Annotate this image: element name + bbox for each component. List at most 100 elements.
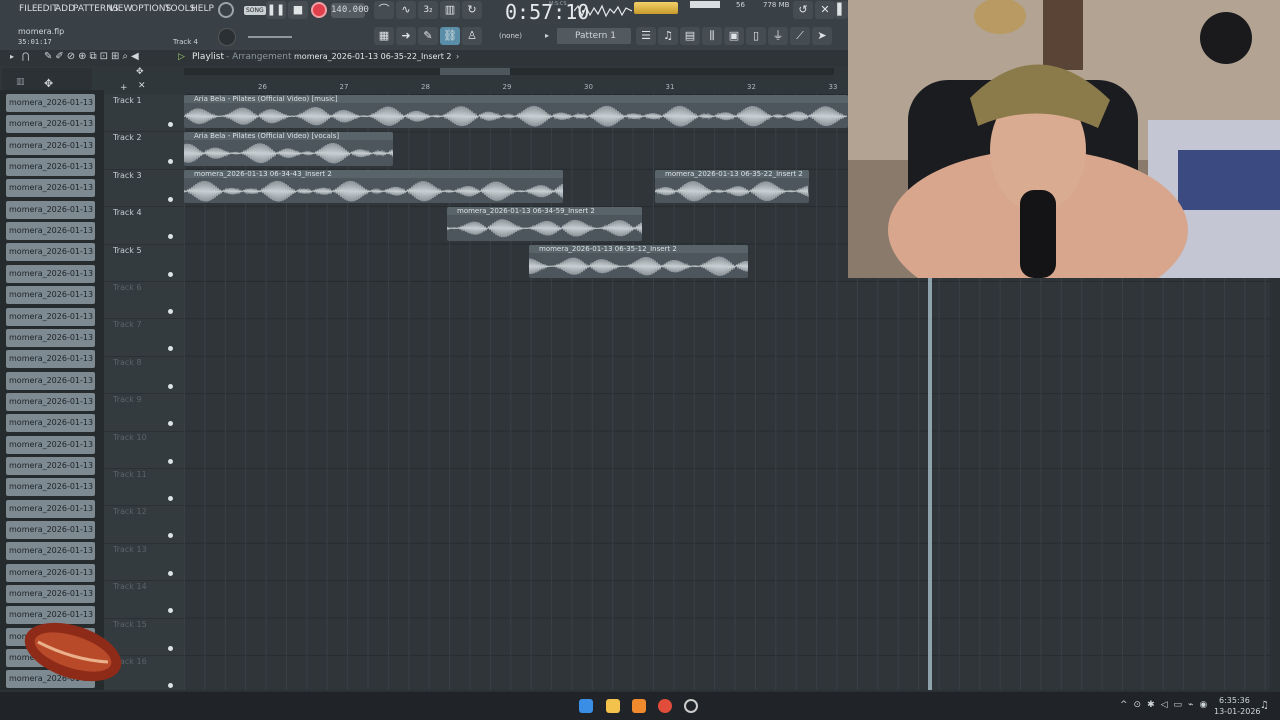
track-mute-dot[interactable] <box>168 234 173 240</box>
track-mute-dot[interactable] <box>168 122 173 127</box>
track-label[interactable]: Track 9 <box>113 395 142 404</box>
browser-item[interactable]: momera_2026-01-13 06... <box>6 94 95 112</box>
track-mute-dot[interactable] <box>168 196 173 202</box>
move-view-icon[interactable]: ✥ <box>136 67 144 77</box>
pause-button[interactable]: ❚❚ <box>266 1 286 19</box>
track-label[interactable]: Track 14 <box>113 582 147 591</box>
playlist-play-icon[interactable]: ▷ <box>178 52 185 62</box>
notifications-icon[interactable]: ♫ <box>1260 700 1269 711</box>
tempo-display[interactable]: 140.000 <box>331 3 369 18</box>
track-label[interactable]: Track 6 <box>113 283 142 292</box>
overflow-icon[interactable]: ▌ <box>835 1 848 19</box>
menu-file[interactable]: FILE <box>19 4 38 14</box>
track-mute-dot[interactable] <box>168 645 173 651</box>
browser-item[interactable]: momera_2026-01-13 06... <box>6 136 95 155</box>
track-mute-dot[interactable] <box>168 496 173 501</box>
browser-item[interactable]: momera_2026-01-13 06... <box>6 542 95 561</box>
track-mute-dot[interactable] <box>168 458 173 464</box>
tools-icon[interactable]: ✕ <box>815 1 835 19</box>
track-mute-dot[interactable] <box>168 533 173 539</box>
master-volume-knob[interactable] <box>218 2 234 18</box>
track-label[interactable]: Track 7 <box>113 320 142 329</box>
chrome-icon[interactable] <box>658 699 672 713</box>
browser-item[interactable]: momera_2026-01-13 06... <box>6 499 95 518</box>
wand-icon[interactable]: ⟋ <box>790 27 810 45</box>
record-button[interactable] <box>311 2 327 18</box>
magnet-icon[interactable]: ⋂ <box>22 52 29 62</box>
audio-clip[interactable]: momera_2026-01-13 06-35-12_Insert 2 <box>529 244 748 278</box>
browser-item[interactable]: momera_2026-01-13 06... <box>6 328 95 347</box>
track-label[interactable]: Track 10 <box>113 433 147 442</box>
audio-clip[interactable]: Aria Bela - Pilates (Official Video) [vo… <box>184 132 393 166</box>
piano-icon[interactable]: ▦ <box>374 27 394 45</box>
send-icon[interactable]: ➤ <box>812 27 832 45</box>
mixer-icon[interactable]: ⫼ <box>702 27 722 45</box>
arrow-icon[interactable]: ➜ <box>396 27 416 45</box>
pitch-knob[interactable] <box>218 28 236 46</box>
track-mute-dot[interactable] <box>168 683 173 688</box>
track-label[interactable]: Track 13 <box>113 545 147 554</box>
channel-rack-icon[interactable]: ▤ <box>680 27 700 45</box>
browser-item[interactable]: momera_2026-01-13 06... <box>6 392 95 411</box>
audio-clip[interactable]: momera_2026-01-13 06-35-22_Insert 2 <box>655 169 809 204</box>
track-label[interactable]: Track 12 <box>113 507 147 516</box>
browser-item[interactable]: momera_2026-01-13 06... <box>6 286 95 305</box>
browser-item[interactable]: momera_2026-01-13 06... <box>6 115 95 134</box>
track-label[interactable]: Track 8 <box>113 358 142 367</box>
track-mute-dot[interactable] <box>168 421 173 427</box>
browser-tab-icon[interactable]: ▥ <box>16 77 25 87</box>
playlist-menu-icon[interactable]: ▸ <box>10 52 14 61</box>
track-mute-dot[interactable] <box>168 608 173 614</box>
menu-help[interactable]: HELP <box>191 4 214 14</box>
browser-item[interactable]: momera_2026-01-13 06... <box>6 307 95 326</box>
blend-notes-icon[interactable]: ▥ <box>440 1 460 19</box>
browser-item[interactable]: momera_2026-01-13 06... <box>6 243 95 262</box>
audio-clip[interactable]: momera_2026-01-13 06-34-59_Insert 2 <box>447 207 642 241</box>
scrollbar-thumb[interactable] <box>440 68 510 75</box>
plugin-icon[interactable]: ⏚ <box>768 27 788 45</box>
start-icon[interactable] <box>579 699 593 713</box>
browser-item[interactable]: momera_2026-01-13 06... <box>6 350 95 369</box>
browser-item[interactable]: momera_2026-01-13 06... <box>6 435 95 454</box>
track-label[interactable]: Track 3 <box>113 171 142 180</box>
track-label[interactable]: Track 2 <box>113 133 142 142</box>
track-label[interactable]: Track 5 <box>113 246 142 255</box>
audio-clip[interactable]: momera_2026-01-13 06-34-43_Insert 2 <box>184 169 563 204</box>
stop-button[interactable]: ■ <box>288 1 308 19</box>
track-label[interactable]: Track 1 <box>113 96 142 105</box>
system-tray-icons[interactable]: ^⊙✱◁▭⌁◉ <box>1120 700 1213 710</box>
file-explorer-icon[interactable] <box>606 699 620 713</box>
stamp-icon[interactable]: ♙ <box>462 27 482 45</box>
master-pitch-slider[interactable] <box>248 36 292 38</box>
track-mute-dot[interactable] <box>168 271 173 277</box>
link-icon[interactable]: ⛓ <box>440 27 460 45</box>
pattern-selector[interactable]: Pattern 1 <box>557 28 631 44</box>
track-mute-dot[interactable] <box>168 346 173 352</box>
selected-clip-label[interactable]: momera_2026-01-13 06-35-22_Insert 2 <box>294 52 452 61</box>
menu-view[interactable]: VIEW <box>109 4 132 14</box>
browser-item[interactable]: momera_2026-01-13 06... <box>6 414 95 433</box>
audio-clip[interactable]: Aria Bela - Pilates (Official Video) [mu… <box>184 95 848 129</box>
pencil-icon[interactable]: ✎ <box>418 27 438 45</box>
browser-item[interactable]: momera_2026-01-13 06... <box>6 200 95 219</box>
piano-roll-icon[interactable]: ♫ <box>658 27 678 45</box>
track-mute-dot[interactable] <box>168 159 173 165</box>
playlist-icon[interactable]: ☰ <box>636 27 656 45</box>
track-mute-dot[interactable] <box>168 309 173 314</box>
track-label[interactable]: Track 4 <box>113 208 142 217</box>
song-mode-toggle[interactable]: SONG <box>244 6 266 15</box>
browser-item[interactable]: momera_2026-01-13 06... <box>6 585 95 604</box>
browser-item[interactable]: momera_2026-01-13 06... <box>6 563 95 582</box>
browser-item[interactable]: momera_2026-01-13 06... <box>6 521 95 539</box>
browser-item[interactable]: momera_2026-01-13 06... <box>6 371 95 390</box>
wait-input-icon[interactable]: ∿ <box>396 1 416 19</box>
browser-item[interactable]: momera_2026-01-13 06... <box>6 264 95 283</box>
close-track-icon[interactable]: ✕ <box>138 81 146 91</box>
obs-icon[interactable] <box>684 699 698 713</box>
add-track-icon[interactable]: + <box>120 83 128 93</box>
playlist-tools-icons[interactable]: ✎✐⊘⊕⧉⊡⊞⌕◀ <box>44 51 142 62</box>
browser-item[interactable]: momera_2026-01-13 06... <box>6 158 95 177</box>
undo-icon[interactable]: ↺ <box>793 1 813 19</box>
loop-record-icon[interactable]: ↻ <box>462 1 482 19</box>
browser-icon[interactable]: ▣ <box>724 27 744 45</box>
